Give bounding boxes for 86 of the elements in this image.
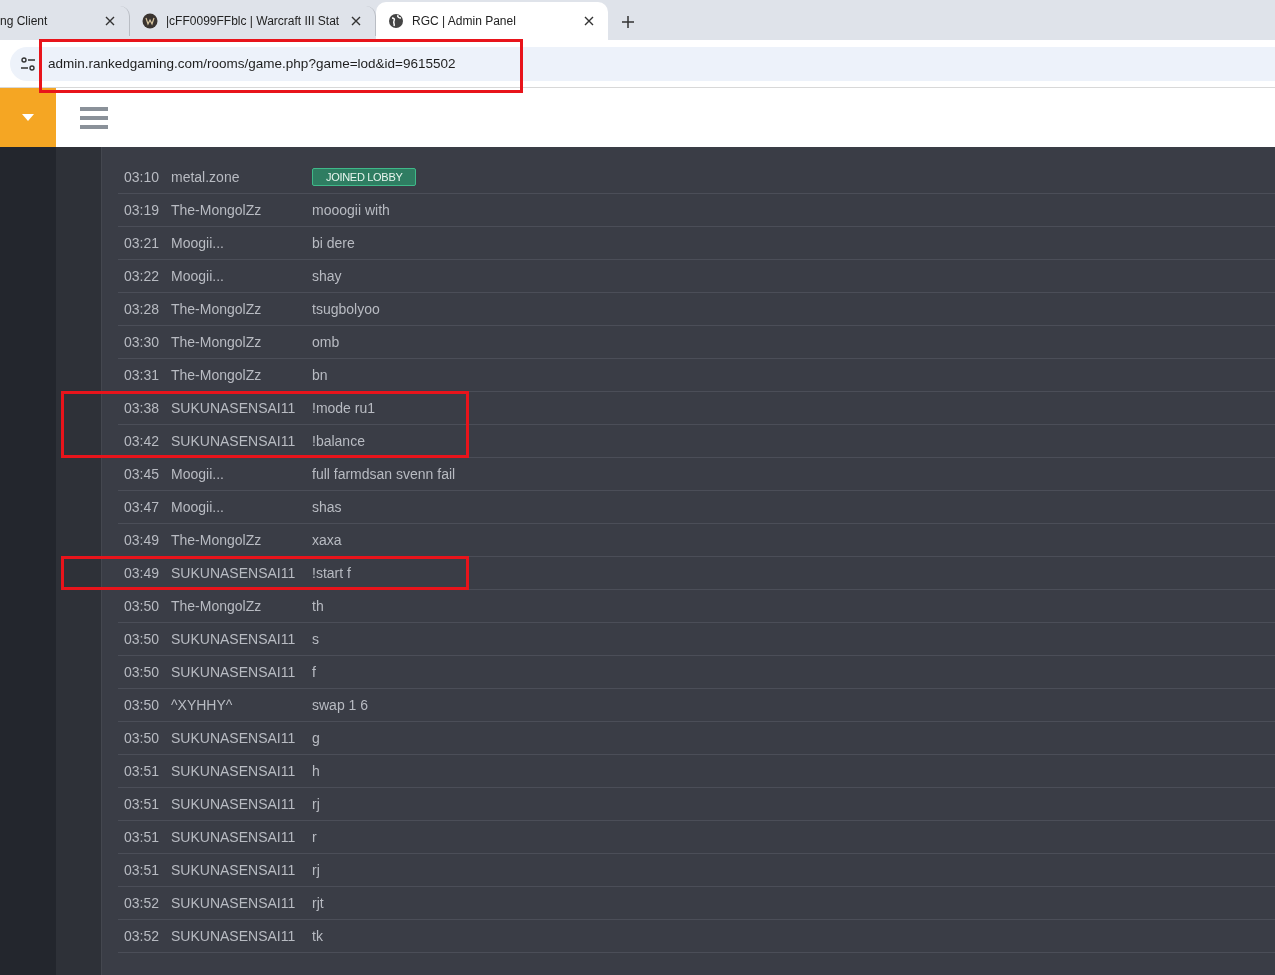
browser-tab[interactable]: ng Client [0, 6, 130, 36]
player-name: SUKUNASENSAI11 [171, 763, 297, 779]
chat-message: swap 1 6 [312, 697, 369, 713]
player-name: The-MongolZz [171, 202, 263, 218]
player-name: The-MongolZz [171, 532, 263, 548]
chat-message: !start f [312, 565, 351, 581]
player-name: SUKUNASENSAI11 [171, 862, 297, 878]
chat-message: xaxa [312, 532, 342, 548]
url-text: admin.rankedgaming.com/rooms/game.php?game=lod&id=9615502 [48, 56, 456, 71]
chat-message: shas [312, 499, 342, 515]
chat-message: h [312, 763, 320, 779]
player-name: SUKUNASENSAI11 [171, 829, 297, 845]
chat-message: full farmdsan svenn fail [312, 466, 456, 482]
globe-icon [388, 13, 404, 29]
timestamp: 03:28 [123, 301, 161, 317]
timestamp: 03:52 [123, 895, 161, 911]
player-name: The-MongolZz [171, 301, 263, 317]
player-name: SUKUNASENSAI11 [171, 928, 297, 944]
site-settings-icon[interactable] [20, 56, 36, 71]
timestamp: 03:22 [123, 268, 161, 284]
status-badge: JOINED LOBBY [312, 168, 417, 186]
timestamp: 03:51 [123, 796, 161, 812]
chat-message: bi dere [312, 235, 355, 251]
player-name: SUKUNASENSAI11 [171, 631, 297, 647]
chat-message: rj [312, 796, 320, 812]
timestamp: 03:42 [123, 433, 161, 449]
chat-message: rjt [312, 895, 324, 911]
player-name: The-MongolZz [171, 598, 263, 614]
chat-message: s [312, 631, 319, 647]
timestamp: 03:50 [123, 664, 161, 680]
timestamp: 03:10 [123, 169, 161, 185]
timestamp: 03:30 [123, 334, 161, 350]
timestamp: 03:49 [123, 532, 161, 548]
player-name: SUKUNASENSAI11 [171, 664, 297, 680]
chat-message: mooogii with [312, 202, 390, 218]
player-name: The-MongolZz [171, 367, 263, 383]
player-name: The-MongolZz [171, 334, 263, 350]
timestamp: 03:47 [123, 499, 161, 515]
chat-message: shay [312, 268, 342, 284]
player-name: SUKUNASENSAI11 [171, 433, 297, 449]
timestamp: 03:45 [123, 466, 161, 482]
caret-icon [22, 114, 34, 121]
close-icon[interactable] [103, 14, 117, 28]
browser-tab[interactable]: RGC | Admin Panel [376, 2, 608, 40]
timestamp: 03:50 [123, 631, 161, 647]
timestamp: 03:50 [123, 730, 161, 746]
player-name: Moogii... [171, 235, 225, 251]
chat-message: g [312, 730, 320, 746]
close-icon[interactable] [349, 14, 363, 28]
timestamp: 03:52 [123, 928, 161, 944]
chat-message: r [312, 829, 317, 845]
player-name: ^XYHHY^ [171, 697, 234, 713]
timestamp: 03:19 [123, 202, 161, 218]
player-name: metal.zone [171, 169, 241, 185]
player-name: SUKUNASENSAI11 [171, 796, 297, 812]
timestamp: 03:51 [123, 763, 161, 779]
chat-message: !mode ru1 [312, 400, 376, 416]
timestamp: 03:50 [123, 598, 161, 614]
timestamp: 03:49 [123, 565, 161, 581]
plus-icon [622, 16, 634, 28]
chat-message: !balance [312, 433, 365, 449]
chat-message: f [312, 664, 316, 680]
player-name: SUKUNASENSAI11 [171, 400, 297, 416]
chat-message: tsugbolyoo [312, 301, 380, 317]
player-name: Moogii... [171, 268, 225, 284]
address-bar[interactable]: admin.rankedgaming.com/rooms/game.php?game=lod&id=9615502 [10, 46, 1275, 81]
chat-message: bn [312, 367, 328, 383]
player-name: SUKUNASENSAI11 [171, 895, 297, 911]
logo-icon [142, 13, 158, 29]
menu-icon[interactable] [80, 105, 108, 130]
player-name: Moogii... [171, 466, 225, 482]
chat-message: omb [312, 334, 340, 350]
dropdown-toggle[interactable] [0, 88, 56, 147]
chat-message: rj [312, 862, 320, 878]
chat-message: tk [312, 928, 323, 944]
close-icon[interactable] [582, 14, 596, 28]
player-name: SUKUNASENSAI11 [171, 565, 297, 581]
timestamp: 03:51 [123, 829, 161, 845]
timestamp: 03:51 [123, 862, 161, 878]
player-name: SUKUNASENSAI11 [171, 730, 297, 746]
chat-message: th [312, 598, 324, 614]
timestamp: 03:21 [123, 235, 161, 251]
timestamp: 03:31 [123, 367, 161, 383]
timestamp: 03:38 [123, 400, 161, 416]
player-name: Moogii... [171, 499, 225, 515]
timestamp: 03:50 [123, 697, 161, 713]
